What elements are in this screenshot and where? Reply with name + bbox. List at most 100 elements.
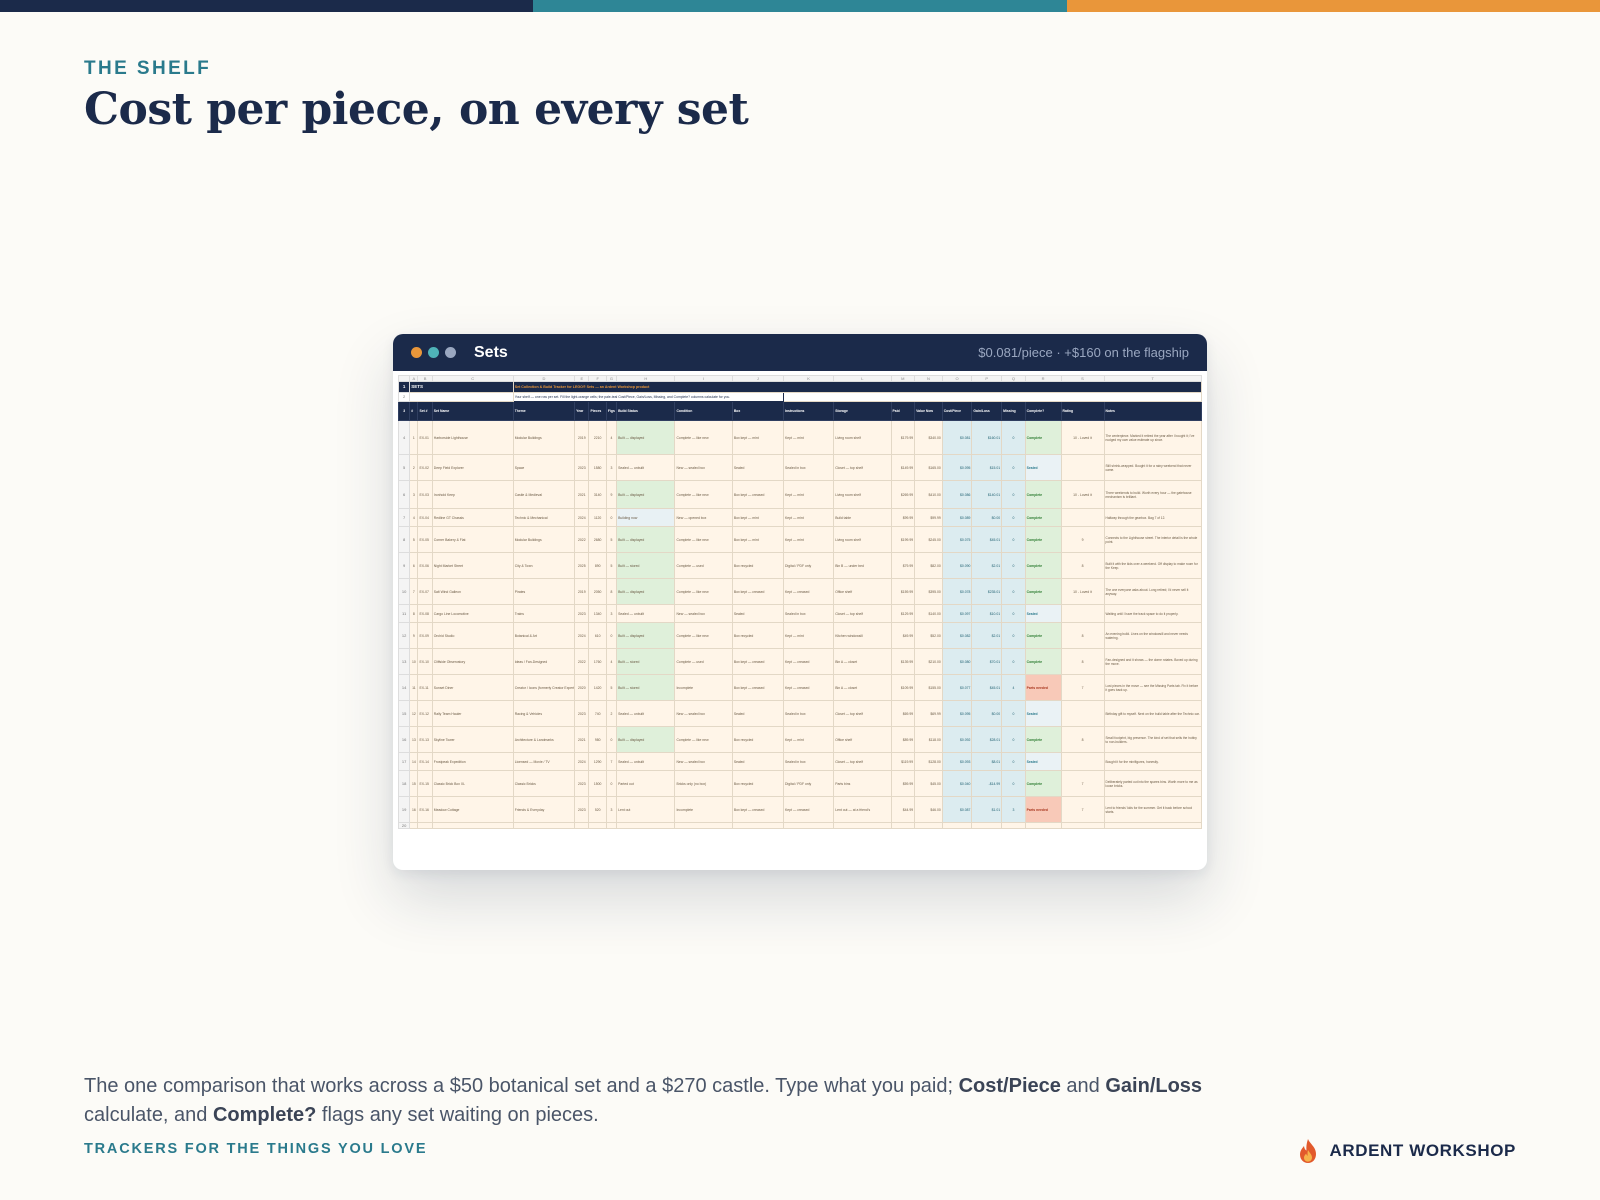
cell-year: 2025: [574, 552, 590, 579]
cell-box: Box kept — creased: [731, 674, 785, 701]
cell-instr: Kept — creased: [783, 578, 835, 605]
cell-n: 8: [409, 604, 419, 623]
empty-cell: [1060, 822, 1105, 829]
sheet-banner-row: 1 SETS Set Collection & Build Tracker for …: [397, 381, 1203, 393]
row-number: 13: [397, 648, 411, 675]
cell-paid: $99.99: [890, 508, 916, 527]
cell-comp: Complete: [1024, 578, 1062, 605]
cell-cond: New — sealed box: [674, 604, 733, 623]
empty-cell: [941, 822, 973, 829]
cell-name: Rally Team Hauler: [431, 700, 514, 727]
cell-cpp: $0.040: [941, 770, 973, 797]
cell-id: EX-09: [417, 622, 433, 649]
cell-pieces: 1420: [588, 674, 607, 701]
cell-value: $395.00: [914, 578, 943, 605]
cell-comp: Complete: [1024, 770, 1062, 797]
cell-value: $69.99: [914, 700, 943, 727]
cell-comp: Sealed: [1024, 604, 1062, 623]
cell-value: $155.00: [914, 674, 943, 701]
cell-cpp: $0.078: [941, 578, 973, 605]
cell-n: 14: [409, 752, 419, 771]
cell-box: Box kept — creased: [731, 648, 785, 675]
cell-theme: Castle & Medieval: [512, 480, 576, 509]
cell-notes: Lost pieces in the move — see the Missin…: [1103, 674, 1203, 701]
empty-cell: [890, 822, 916, 829]
cell-paid: $139.99: [890, 648, 916, 675]
cell-miss: 0: [1001, 622, 1026, 649]
column-header: #: [409, 401, 419, 421]
cell-comp: Complete: [1024, 726, 1062, 753]
cell-comp: Complete: [1024, 480, 1062, 509]
row-number: 14: [397, 674, 411, 701]
cell-miss: 0: [1001, 700, 1026, 727]
cell-rating: 8: [1060, 622, 1105, 649]
column-header: Box: [731, 401, 785, 421]
banner-title: SETS: [409, 381, 514, 393]
cell-miss: 0: [1001, 752, 1026, 771]
cell-box: Box kept — creased: [731, 578, 785, 605]
cell-storage: Kitchen windowsill: [833, 622, 892, 649]
cell-cond: Complete — used: [674, 552, 733, 579]
cell-cpp: $0.090: [941, 552, 973, 579]
cell-miss: 0: [1001, 454, 1026, 481]
cell-id: EX-07: [417, 578, 433, 605]
table-row: 12 9 EX-09 Orchid Studio Botanical & Art 2024…: [397, 622, 1203, 649]
cell-paid: $159.99: [890, 578, 916, 605]
cell-miss: 0: [1001, 726, 1026, 753]
cell-instr: Kept — mint: [783, 420, 835, 455]
cell-year: 2022: [574, 526, 590, 553]
cell-year: 2023: [574, 770, 590, 797]
cell-value: $165.00: [914, 454, 943, 481]
cell-storage: Bin A — closet: [833, 648, 892, 675]
cell-status: Built — displayed: [616, 526, 676, 553]
cell-rating: 7: [1060, 674, 1105, 701]
cell-pieces: 1120: [588, 508, 607, 527]
cell-name: Redline GT Chassis: [431, 508, 514, 527]
cell-cond: New — sealed box: [674, 752, 733, 771]
row-number: 12: [397, 622, 411, 649]
column-header: Cost/Piece: [941, 401, 973, 421]
cell-instr: Sealed in box: [783, 752, 835, 771]
cell-value: $340.00: [914, 420, 943, 455]
cell-figs: 5: [605, 552, 618, 579]
empty-cell: [731, 822, 785, 829]
cell-cpp: $0.095: [941, 700, 973, 727]
cell-paid: $59.99: [890, 770, 916, 797]
cell-miss: 0: [1001, 480, 1026, 509]
cell-notes: Birthday gift to myself. Next on the bui…: [1103, 700, 1203, 727]
cell-value: $245.00: [914, 526, 943, 553]
cell-instr: Kept — creased: [783, 648, 835, 675]
cell-n: 7: [409, 578, 419, 605]
cell-notes: Deliberately parted out into the spares …: [1103, 770, 1203, 797]
description: The one comparison that works across a $…: [84, 1072, 1244, 1130]
cell-rating: 8: [1060, 648, 1105, 675]
table-row: 6 3 EX-03 Ironhold Keep Castle & Medieval 202…: [397, 480, 1203, 509]
table-row: 19 16 EX-16 Meadow Cottage Friends & Everyda…: [397, 796, 1203, 823]
column-header: Set Name: [431, 401, 514, 421]
cell-paid: $69.99: [890, 700, 916, 727]
cell-notes: An evening build. Lives on the windowsil…: [1103, 622, 1203, 649]
table-row: 5 2 EX-02 Deep Field Explorer Space 2023 1580 3…: [397, 454, 1203, 481]
page-title: Cost per piece, on every set: [84, 84, 749, 135]
cell-cond: Complete — like new: [674, 622, 733, 649]
row-number: 2: [397, 392, 411, 402]
row-number: 19: [397, 796, 411, 823]
cell-miss: 3: [1001, 796, 1026, 823]
cell-pieces: 1580: [588, 454, 607, 481]
cell-name: Sunset Diner: [431, 674, 514, 701]
cell-cpp: $0.082: [941, 622, 973, 649]
cell-status: Sealed — unbuilt: [616, 454, 676, 481]
column-header: Condition: [674, 401, 733, 421]
description-bold-complete: Complete?: [212, 1104, 317, 1126]
cell-paid: $44.99: [890, 796, 916, 823]
cell-cond: Complete — like new: [674, 480, 733, 509]
cell-n: 2: [409, 454, 419, 481]
row-number: 6: [397, 480, 411, 509]
column-header: Notes: [1103, 401, 1203, 421]
empty-cell: [417, 822, 433, 829]
cell-notes: Halfway through the gearbox. Bag 7 of 12…: [1103, 508, 1203, 527]
cell-theme: Technic & Mechanical: [512, 508, 576, 527]
cell-paid: $179.99: [890, 420, 916, 455]
cell-gl: $0.00: [971, 508, 1003, 527]
row-number: 18: [397, 770, 411, 797]
